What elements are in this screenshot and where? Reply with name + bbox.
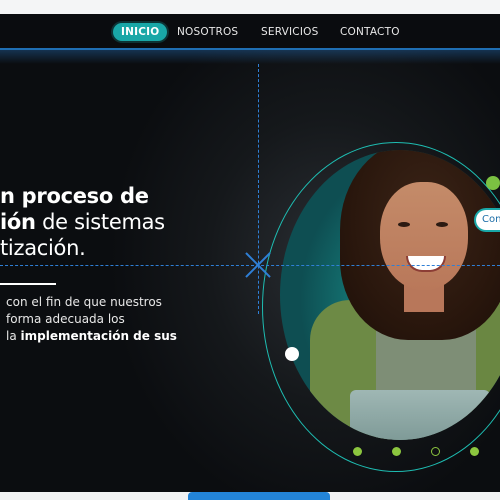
headline-line-1: n proceso de [0,184,149,208]
side-contact-button[interactable]: Con [476,210,500,230]
headline-divider [0,283,56,285]
decorative-white-dot [285,347,299,361]
carousel-dot-1[interactable] [353,447,362,456]
hero-section: n proceso de ión de sistemas tización. c… [0,50,500,492]
nav-item-inicio[interactable]: INICIO [113,23,168,41]
hero-photo-ring [262,142,500,472]
headline-line-3: tización. [0,236,86,260]
carousel-dot-3[interactable] [431,447,440,456]
hero-top-glow [0,50,500,64]
main-navbar: INICIO NOSOTROS SERVICIOS CONTACTO [0,14,500,50]
carousel-dot-4[interactable] [470,447,479,456]
nav-item-contacto[interactable]: CONTACTO [340,23,400,41]
hero-description: con el fin de que nuestros forma adecuad… [6,295,177,343]
nav-item-servicios[interactable]: SERVICIOS [261,23,318,41]
guide-crosshair-icon [245,252,271,278]
browser-top-strip [0,0,500,14]
bottom-cta-button[interactable] [188,492,330,500]
hero-headline: n proceso de ión de sistemas tización. [0,183,165,261]
carousel-dot-2[interactable] [392,447,401,456]
green-accent-shape [486,176,500,190]
nav-item-nosotros[interactable]: NOSOTROS [177,23,238,41]
headline-line-2: ión de sistemas [0,210,165,234]
